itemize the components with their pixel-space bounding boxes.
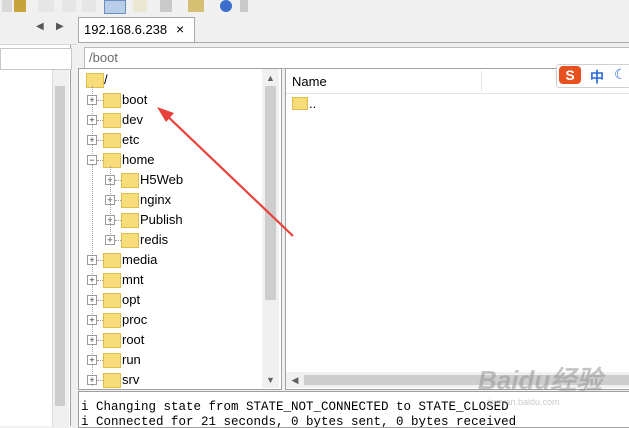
tree-item-label: run [122,352,141,367]
folder-icon [103,333,121,348]
view-toolbar-icon[interactable] [38,0,54,12]
folder-icon [103,293,121,308]
list-toolbar-icon[interactable] [82,0,96,12]
tree-item-label: Publish [140,212,183,227]
folder-icon [103,273,121,288]
tree-item-label: nginx [140,192,172,207]
folder-toolbar-icon[interactable] [14,0,26,12]
session-tab-label: 192.168.6.238 [84,22,168,37]
filter-toolbar-icon[interactable] [160,0,172,12]
folder-icon [121,213,139,228]
left-nav-bar: ◀ ▶ [0,14,76,45]
tree-scrollbar-thumb[interactable] [265,86,276,300]
tree-item-label: redis [140,232,169,247]
baidu-watermark-url: jingyan.baidu.com [487,397,560,407]
tree-item-label: boot [122,92,148,107]
tree-item-label: opt [122,292,141,307]
tree-item-label: home [122,152,155,167]
folder-icon [103,113,121,128]
dropdown-arrow-icon[interactable] [240,0,248,12]
tree-item-label: proc [122,312,148,327]
column-separator[interactable] [481,71,482,91]
details-toolbar-icon[interactable] [104,0,126,14]
folder-icon [103,153,121,168]
folder-icon [103,373,121,388]
tree-item-label: / [104,72,108,87]
tree-item-label: etc [122,132,140,147]
expand-icon[interactable]: + [87,315,97,325]
collapse-icon[interactable]: − [87,155,97,165]
help-icon[interactable] [220,0,232,12]
remote-path-input[interactable] [84,47,629,69]
list-item-parent-dir[interactable]: .. [309,96,316,111]
close-icon[interactable]: × [176,21,184,37]
tree-toolbar-icon[interactable] [62,0,76,12]
expand-icon[interactable]: + [87,295,97,305]
left-scrollbar-thumb[interactable] [55,86,65,406]
expand-icon[interactable]: + [87,355,97,365]
ime-language-toggle[interactable]: 中 [590,67,604,87]
tree-item-label: srv [122,372,140,387]
log-line: i Changing state from STATE_NOT_CONNECTE… [81,400,509,414]
folder-icon [292,97,308,110]
remote-path-value: /boot [89,50,118,65]
folder-icon [121,193,139,208]
folder-icon [121,173,139,188]
scroll-down-icon[interactable]: ▼ [262,372,279,388]
scroll-left-icon[interactable]: ◀ [288,372,302,388]
file-list [285,68,629,390]
baidu-watermark: Baidu经验 [478,365,603,395]
folder-icon [103,93,121,108]
toolbar [0,0,629,14]
bookmark-toolbar-icon[interactable] [188,0,204,12]
toolbar-icon[interactable] [133,0,147,12]
expand-icon[interactable]: + [87,375,97,385]
toolbar-button[interactable] [2,0,12,12]
tree-guide-line [110,166,111,240]
folder-icon [103,253,121,268]
folder-icon [103,133,121,148]
folder-icon [121,233,139,248]
expand-icon[interactable]: + [87,335,97,345]
folder-icon [103,313,121,328]
log-line: i Connected for 21 seconds, 0 bytes sent… [81,415,517,428]
folder-icon [86,73,104,88]
moon-icon[interactable]: ☾ [614,66,627,83]
scroll-up-icon[interactable]: ▲ [262,70,279,86]
expand-icon[interactable]: + [87,275,97,285]
nav-forward-icon[interactable]: ▶ [56,21,64,32]
expand-icon[interactable]: + [87,135,97,145]
tree-item-label: media [122,252,158,267]
expand-icon[interactable]: + [87,115,97,125]
column-header-name[interactable]: Name [292,74,327,89]
sogou-logo-icon[interactable]: S [559,66,581,84]
tree-item-label: H5Web [140,172,184,187]
expand-icon[interactable]: + [87,95,97,105]
folder-icon [103,353,121,368]
nav-back-icon[interactable]: ◀ [36,21,44,32]
tab-divider [78,42,629,43]
tree-item-label: mnt [122,272,144,287]
tree-item-label: dev [122,112,143,127]
local-path-input[interactable] [0,48,72,70]
tree-item-label: root [122,332,145,347]
expand-icon[interactable]: + [87,255,97,265]
